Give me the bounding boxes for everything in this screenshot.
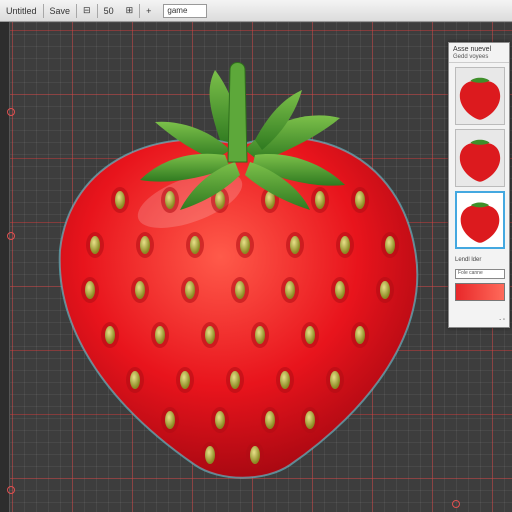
color-swatch[interactable] — [455, 283, 505, 301]
vertical-ruler — [0, 22, 10, 512]
strawberry-thumbnail-icon — [459, 77, 501, 120]
guide-anchor-icon[interactable] — [7, 108, 15, 116]
size-value-button[interactable]: 50 — [98, 0, 120, 22]
seed — [215, 411, 225, 429]
seed — [105, 326, 115, 344]
seed — [90, 236, 100, 254]
color-name-field[interactable]: Fole canne — [455, 269, 505, 279]
asset-thumbnail[interactable] — [455, 67, 505, 125]
seed — [250, 446, 260, 464]
seed — [290, 236, 300, 254]
strawberry-thumbnail-icon — [460, 202, 500, 243]
seed — [135, 281, 145, 299]
asset-thumbnail-selected[interactable] — [455, 191, 505, 249]
seed — [205, 446, 215, 464]
guide-anchor-icon[interactable] — [452, 500, 460, 508]
asset-panel: Asse nuevel Gedd voyees Lendl lder Fole … — [448, 42, 510, 328]
seed — [130, 371, 140, 389]
zoom-input[interactable] — [163, 3, 208, 18]
seed — [255, 326, 265, 344]
guide-anchor-icon[interactable] — [7, 486, 15, 494]
panel-subtitle: Gedd voyees — [449, 54, 509, 63]
strawberry-thumbnail-icon — [459, 139, 501, 182]
expand-icon[interactable]: ⊞ — [120, 0, 140, 22]
seed — [205, 326, 215, 344]
seed — [140, 236, 150, 254]
seed — [165, 191, 175, 209]
panel-footer-controls[interactable]: - ▫ — [499, 317, 505, 323]
top-toolbar: Untitled Save ⊟ 50 ⊞ + — [0, 0, 512, 22]
seed — [185, 281, 195, 299]
size-label: Lendl lder — [455, 257, 482, 263]
seed — [355, 326, 365, 344]
seed — [330, 371, 340, 389]
seed — [340, 236, 350, 254]
collapse-icon[interactable]: ⊟ — [77, 0, 97, 22]
seed — [335, 281, 345, 299]
zoom-field-wrap — [157, 0, 213, 22]
seed — [380, 281, 390, 299]
seed — [230, 371, 240, 389]
add-icon[interactable]: + — [140, 0, 157, 22]
strawberry-artwork[interactable] — [40, 50, 440, 500]
seed — [215, 191, 225, 209]
seed — [85, 281, 95, 299]
seed — [240, 236, 250, 254]
seed — [265, 411, 275, 429]
seed — [285, 281, 295, 299]
file-title-button[interactable]: Untitled — [0, 0, 43, 22]
asset-thumbnail[interactable] — [455, 129, 505, 187]
seed — [305, 326, 315, 344]
seed — [280, 371, 290, 389]
seed — [385, 236, 395, 254]
seed — [305, 411, 315, 429]
seed — [115, 191, 125, 209]
seed — [315, 191, 325, 209]
panel-title: Asse nuevel — [453, 46, 492, 53]
seed — [165, 411, 175, 429]
seed — [355, 191, 365, 209]
seed — [235, 281, 245, 299]
seed — [190, 236, 200, 254]
seed — [180, 371, 190, 389]
save-button[interactable]: Save — [44, 0, 77, 22]
guide-anchor-icon[interactable] — [7, 232, 15, 240]
seed — [155, 326, 165, 344]
